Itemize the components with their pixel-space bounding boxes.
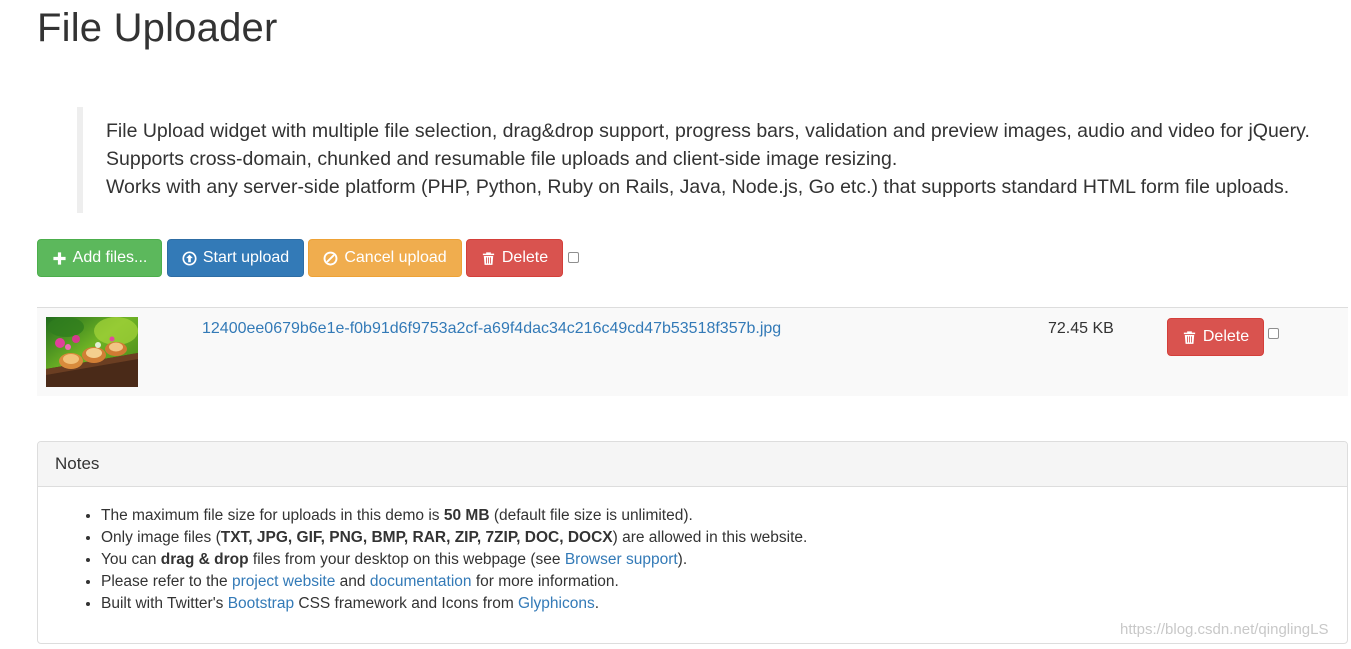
watermark: https://blog.csdn.net/qinglingLS <box>1120 621 1329 638</box>
note-emphasis: 50 MB <box>443 507 490 524</box>
ban-circle-icon <box>323 251 338 265</box>
note-item: The maximum file size for uploads in thi… <box>101 505 1347 527</box>
select-all-checkbox[interactable] <box>568 252 579 263</box>
note-text: (default file size is unlimited). <box>489 507 693 524</box>
note-text: ). <box>677 551 688 568</box>
note-item: You can drag & drop files from your desk… <box>101 549 1347 571</box>
glyphicons-link[interactable]: Glyphicons <box>518 595 595 612</box>
notes-list: The maximum file size for uploads in thi… <box>38 487 1347 615</box>
notes-heading: Notes <box>38 442 1347 487</box>
description-blockquote: File Upload widget with multiple file se… <box>77 106 1351 213</box>
note-text: Built with Twitter's <box>101 595 228 612</box>
note-text: Please refer to the <box>101 573 232 590</box>
project-website-link[interactable]: project website <box>232 573 335 590</box>
note-item: Built with Twitter's Bootstrap CSS frame… <box>101 593 1347 615</box>
note-item: Please refer to the project website and … <box>101 571 1347 593</box>
file-thumbnail[interactable] <box>46 317 138 387</box>
note-text: Only image files ( <box>101 529 221 546</box>
file-size: 72.45 KB <box>1048 320 1114 337</box>
add-files-label: Add files... <box>72 249 148 266</box>
browser-support-link[interactable]: Browser support <box>565 551 678 568</box>
note-text: CSS framework and Icons from <box>294 595 519 612</box>
documentation-link[interactable]: documentation <box>370 573 472 590</box>
trash-icon <box>1183 330 1195 344</box>
delete-label: Delete <box>501 249 549 266</box>
plus-icon <box>53 251 66 265</box>
start-upload-button[interactable]: Start upload <box>167 239 304 277</box>
trash-icon <box>482 251 494 265</box>
note-emphasis: TXT, JPG, GIF, PNG, BMP, RAR, ZIP, 7ZIP,… <box>220 529 613 546</box>
file-name-link[interactable]: 12400ee0679b6e1e-f0b91d6f9753a2cf-a69f4d… <box>202 320 781 338</box>
note-text: and <box>335 573 370 590</box>
note-text: files from your desktop on this webpage … <box>248 551 565 568</box>
file-delete-label: Delete <box>1202 328 1250 345</box>
description-line: Works with any server-side platform (PHP… <box>106 175 1290 198</box>
cancel-upload-button[interactable]: Cancel upload <box>308 239 462 277</box>
file-delete-button[interactable]: Delete <box>1167 318 1264 356</box>
cancel-upload-label: Cancel upload <box>344 249 447 266</box>
note-text: for more information. <box>471 573 619 590</box>
circle-arrow-up-icon <box>182 250 197 266</box>
notes-panel: Notes The maximum file size for uploads … <box>37 441 1348 644</box>
page-title: File Uploader <box>37 6 278 50</box>
file-row: 12400ee0679b6e1e-f0b91d6f9753a2cf-a69f4d… <box>37 307 1348 396</box>
description-line: File Upload widget with multiple file se… <box>106 119 1310 142</box>
thumbnail-image <box>46 317 138 387</box>
start-upload-label: Start upload <box>202 249 290 266</box>
description-line: Supports cross-domain, chunked and resum… <box>106 147 898 170</box>
note-emphasis: drag & drop <box>160 551 249 568</box>
bootstrap-link[interactable]: Bootstrap <box>228 595 294 612</box>
note-text: The maximum file size for uploads in thi… <box>101 507 444 524</box>
note-item: Only image files (TXT, JPG, GIF, PNG, BM… <box>101 527 1347 549</box>
note-text: ) are allowed in this website. <box>612 529 808 546</box>
add-files-button[interactable]: Add files... <box>37 239 162 277</box>
file-select-checkbox[interactable] <box>1268 328 1279 339</box>
note-text: You can <box>101 551 161 568</box>
delete-button[interactable]: Delete <box>466 239 563 277</box>
note-text: . <box>594 595 600 612</box>
